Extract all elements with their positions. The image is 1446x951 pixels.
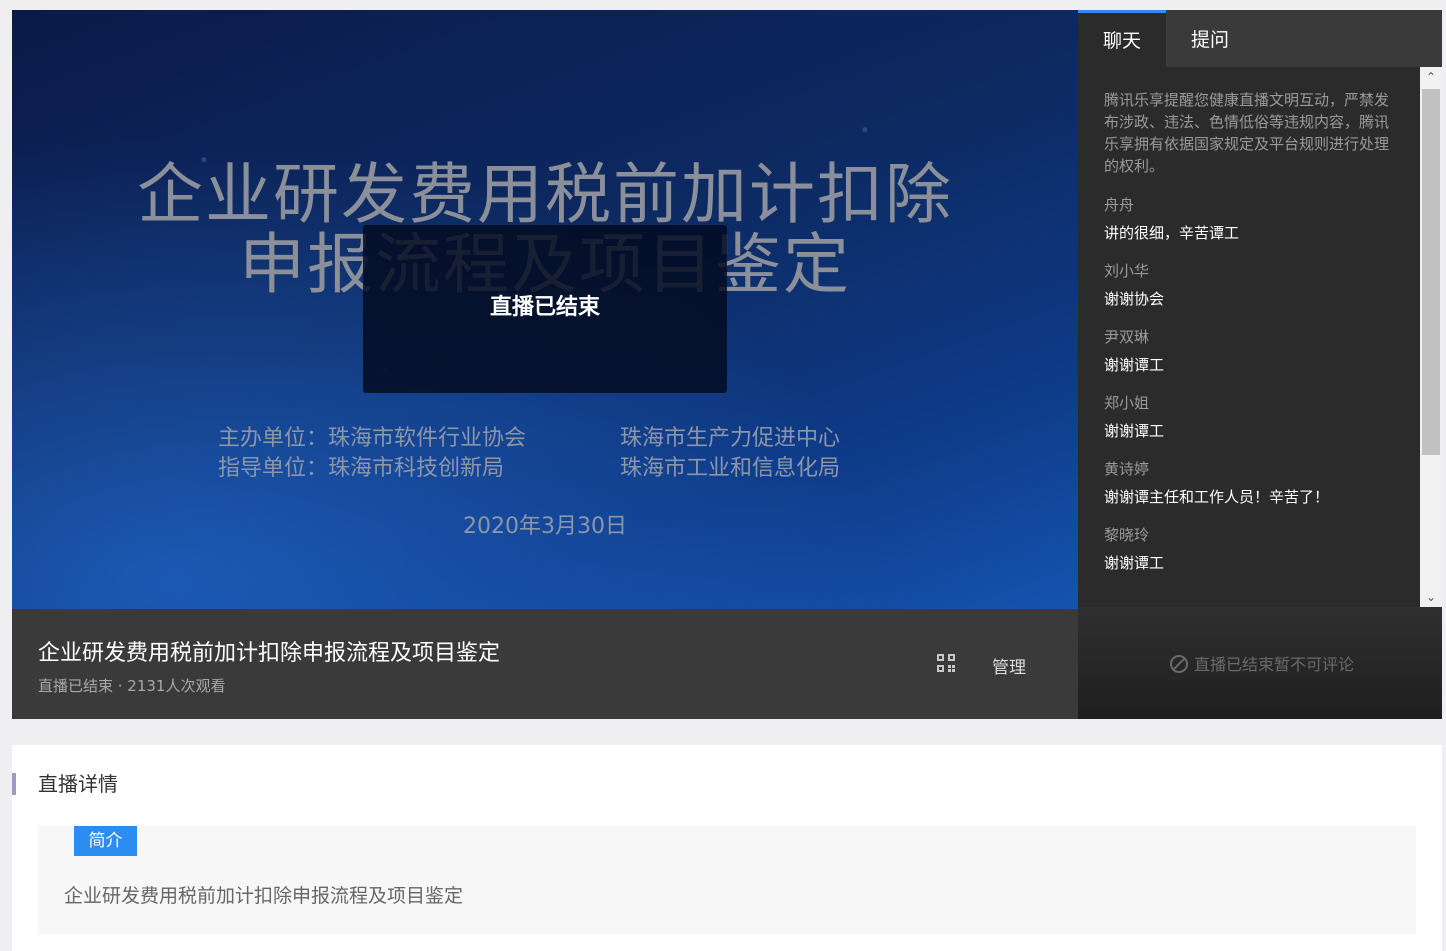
scroll-up-arrow-icon[interactable]: ⌃ [1420, 67, 1442, 87]
live-title: 企业研发费用税前加计扣除申报流程及项目鉴定 [38, 641, 501, 666]
chat-message: 尹双琳 谢谢谭工 [1104, 327, 1420, 375]
chat-message-text: 谢谢谭工 [1104, 356, 1165, 374]
chat-message-text: 谢谢谭工 [1104, 554, 1165, 572]
details-heading: 直播详情 [12, 773, 118, 795]
comment-disabled-notice: 直播已结束暂不可评论 [1170, 651, 1354, 675]
chat-user-name: 尹双琳 [1104, 328, 1150, 346]
live-meta: 直播已结束 · 2131人次观看 [38, 677, 226, 695]
chat-message-text: 谢谢协会 [1104, 290, 1165, 308]
chat-message: 黎晓玲 谢谢谭工 [1104, 525, 1420, 573]
chat-message-text: 谢谢谭主任和工作人员！辛苦了！ [1104, 488, 1330, 506]
intro-tab[interactable]: 简介 [74, 826, 137, 856]
chat-user-name: 黎晓玲 [1104, 526, 1150, 544]
chat-message-text: 谢谢谭工 [1104, 422, 1165, 440]
live-ended-overlay: 直播已结束 [363, 225, 727, 393]
chat-notice: 腾讯乐享提醒您健康直播文明互动，严禁发布涉政、违法、色情低俗等违规内容，腾讯乐享… [1104, 91, 1390, 175]
chat-user-name: 郑小姐 [1104, 394, 1150, 412]
chat-footer: 直播已结束暂不可评论 [1078, 607, 1442, 719]
chat-message-text: 讲的很细，辛苦谭工 [1104, 224, 1240, 242]
host-unit-org2: 珠海市生产力促进中心 [620, 426, 841, 451]
chat-message: 舟舟 讲的很细，辛苦谭工 [1104, 195, 1420, 243]
chat-message: 刘小华 谢谢协会 [1104, 261, 1420, 309]
scroll-thumb[interactable] [1422, 89, 1440, 455]
host-unit-text: 主办单位：珠海市软件行业协会 [218, 426, 527, 451]
live-details-section: 直播详情 简介 企业研发费用税前加计扣除申报流程及项目鉴定 [12, 745, 1442, 951]
intro-text: 企业研发费用税前加计扣除申报流程及项目鉴定 [64, 885, 464, 907]
chat-user-name: 黄诗婷 [1104, 460, 1150, 478]
tab-question[interactable]: 提问 [1166, 10, 1254, 67]
chat-user-name: 刘小华 [1104, 262, 1150, 280]
chat-panel: 聊天 提问 腾讯乐享提醒您健康直播文明互动，严禁发布涉政、违法、色情低俗等违规内… [1078, 10, 1442, 719]
live-info-bar: 企业研发费用税前加计扣除申报流程及项目鉴定 直播已结束 · 2131人次观看 管… [12, 609, 1078, 719]
intro-box: 简介 企业研发费用税前加计扣除申报流程及项目鉴定 [38, 826, 1416, 934]
video-player[interactable]: 企业研发费用税前加计扣除 申报流程及项目鉴定 直播已结束 主办单位：珠海市软件行… [12, 10, 1078, 609]
live-ended-text: 直播已结束 [489, 295, 600, 320]
chat-scrollbar[interactable]: ⌃ ⌄ [1420, 67, 1442, 607]
chat-user-name: 舟舟 [1104, 196, 1135, 214]
chat-tabs: 聊天 提问 [1078, 10, 1442, 67]
slide-title-line1: 企业研发费用税前加计扣除 [137, 156, 953, 233]
manage-button[interactable]: 管理 [992, 653, 1026, 678]
chat-message: 郑小姐 谢谢谭工 [1104, 393, 1420, 441]
comment-disabled-text: 直播已结束暂不可评论 [1194, 655, 1355, 674]
scroll-down-arrow-icon[interactable]: ⌄ [1420, 587, 1442, 607]
slide-date: 2020年3月30日 [463, 514, 627, 539]
guide-unit-text: 指导单位：珠海市科技创新局 [218, 456, 505, 481]
tab-chat[interactable]: 聊天 [1078, 10, 1166, 67]
chat-message-list[interactable]: 腾讯乐享提醒您健康直播文明互动，严禁发布涉政、违法、色情低俗等违规内容，腾讯乐享… [1078, 67, 1420, 607]
chat-message: 黄诗婷 谢谢谭主任和工作人员！辛苦了！ [1104, 459, 1420, 507]
qrcode-icon[interactable] [936, 653, 956, 673]
guide-unit-org2: 珠海市工业和信息化局 [620, 456, 841, 481]
ban-icon [1170, 655, 1188, 673]
